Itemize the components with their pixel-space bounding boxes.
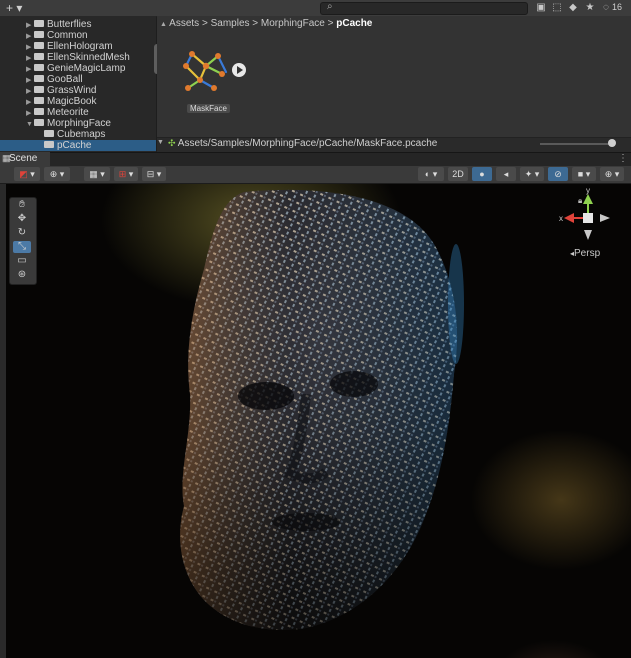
grid-icon: ▦ bbox=[89, 169, 98, 179]
sphere-icon: ◐ bbox=[424, 169, 431, 179]
gizmo-x-label: x bbox=[559, 214, 563, 223]
gizmos-dropdown[interactable]: ⊕ ▾ bbox=[600, 167, 624, 181]
tree-item-cubemaps[interactable]: Cubemaps bbox=[44, 129, 105, 140]
snap-icon: ⊞ bbox=[118, 169, 127, 179]
folder-icon bbox=[34, 108, 44, 115]
layers-icon[interactable]: ▣ bbox=[534, 1, 548, 14]
tree-item-meteorite[interactable]: ▶ Meteorite bbox=[26, 107, 89, 118]
tree-item-common[interactable]: ▶ Common bbox=[26, 30, 88, 41]
breadcrumb-item[interactable]: Assets bbox=[169, 18, 199, 29]
folder-icon bbox=[34, 97, 44, 104]
draw-mode-dropdown[interactable]: ◩ ▾ bbox=[14, 167, 40, 181]
folder-icon bbox=[34, 20, 44, 27]
breadcrumb-item[interactable]: Samples bbox=[211, 18, 250, 29]
asset-name-label[interactable]: MaskFace bbox=[187, 104, 230, 113]
tree-item-magicbook[interactable]: ▶ MagicBook bbox=[26, 96, 96, 107]
more-options-icon[interactable]: ⋮ bbox=[618, 153, 628, 164]
tree-item-butterflies[interactable]: ▶ Butterflies bbox=[26, 19, 91, 30]
grid-snapping-dropdown[interactable]: ▦ ▾ bbox=[84, 167, 110, 181]
tree-item-pcache[interactable]: pCache bbox=[0, 140, 156, 151]
breadcrumb-current: pCache bbox=[336, 18, 373, 29]
open-folder-icon bbox=[34, 119, 44, 126]
folder-icon bbox=[34, 31, 44, 38]
tree-item-ellenskinnedmesh[interactable]: ▶ EllenSkinnedMesh bbox=[26, 52, 130, 63]
morphing-face-particles bbox=[180, 189, 464, 630]
hidden-count: 16 bbox=[612, 2, 623, 12]
asset-path-label: ✣ Assets/Samples/MorphingFace/pCache/Mas… bbox=[168, 138, 438, 149]
eye-slash-icon: ⊘ bbox=[554, 169, 562, 179]
tag-icon[interactable]: ◆ bbox=[566, 1, 580, 14]
gizmos-icon: ⊕ bbox=[604, 169, 613, 179]
tree-item-gooball[interactable]: ▶ GooBall bbox=[26, 74, 83, 85]
tree-item-grasswind[interactable]: ▶ GrassWind bbox=[26, 85, 96, 96]
thumbnail-size-slider[interactable] bbox=[540, 143, 614, 145]
camera-icon: ■ bbox=[577, 169, 584, 179]
grid-lines-icon: ⊟ bbox=[146, 169, 155, 179]
rotate-tool-icon[interactable]: ↻ bbox=[13, 227, 31, 239]
folder-icon bbox=[34, 75, 44, 82]
point-cache-small-icon: ✣ bbox=[168, 138, 176, 148]
move-tool-icon[interactable]: ✥ bbox=[13, 213, 31, 225]
folder-icon bbox=[34, 64, 44, 71]
effects-dropdown[interactable]: ✦ ▾ bbox=[520, 167, 544, 181]
effects-icon: ✦ bbox=[524, 169, 533, 179]
gizmo-orientation-dropdown[interactable]: ⊕ ▾ bbox=[44, 167, 70, 181]
rect-tool-icon[interactable]: ▭ bbox=[13, 255, 31, 267]
shading-mode-dropdown[interactable]: ◐ ▾ bbox=[418, 167, 444, 181]
folder-icon bbox=[34, 42, 44, 49]
create-dropdown-button[interactable]: + ▾ bbox=[6, 1, 22, 15]
folder-icon bbox=[44, 141, 54, 148]
globe-icon: ⊕ bbox=[49, 169, 58, 179]
projection-label[interactable]: ◂Persp bbox=[570, 248, 600, 259]
breadcrumb-up-icon[interactable]: ▲ bbox=[160, 21, 167, 28]
hidden-objects-toggle-button[interactable]: ⊘ bbox=[548, 167, 568, 181]
speaker-icon: ◂ bbox=[503, 169, 509, 179]
folder-icon bbox=[34, 86, 44, 93]
gizmo-y-label: y bbox=[586, 188, 590, 195]
transform-tool-icon[interactable]: ⊛ bbox=[13, 269, 31, 281]
thumbnail-size-slider-handle[interactable] bbox=[608, 139, 616, 147]
lighting-toggle-button[interactable]: ● bbox=[472, 167, 492, 181]
project-folder-tree: ▶ Butterflies ▶ Common ▶ EllenHologram ▶ Ell… bbox=[0, 16, 156, 152]
shaded-icon: ◩ bbox=[19, 169, 28, 179]
project-search-input[interactable]: ⌕ bbox=[320, 1, 528, 15]
eye-slash-icon[interactable]: ◌ bbox=[600, 1, 612, 14]
orientation-gizmo[interactable]: y x bbox=[558, 188, 618, 246]
collapse-arrow-icon[interactable]: ▼ bbox=[26, 119, 34, 130]
path-collapse-icon[interactable]: ▼ bbox=[157, 139, 164, 146]
scale-tool-icon[interactable]: ⤡ bbox=[13, 241, 31, 253]
folder-icon bbox=[34, 53, 44, 60]
lock-icon[interactable]: 🔒︎ bbox=[578, 196, 582, 206]
toggle-grid-dropdown[interactable]: ⊟ ▾ bbox=[142, 167, 166, 181]
audio-toggle-button[interactable]: ◂ bbox=[496, 167, 516, 181]
breadcrumb-item[interactable]: MorphingFace bbox=[261, 18, 325, 29]
tree-item-ellenhologram[interactable]: ▶ EllenHologram bbox=[26, 41, 113, 52]
tab-scene-label: Scene bbox=[9, 153, 38, 164]
breadcrumb: ▲ Assets > Samples > MorphingFace > pCac… bbox=[160, 18, 373, 29]
camera-settings-dropdown[interactable]: ■ ▾ bbox=[572, 167, 596, 181]
2d-toggle-button[interactable]: 2D bbox=[448, 167, 468, 181]
hand-tool-icon[interactable]: ✋︎ bbox=[13, 199, 31, 211]
tree-item-morphingface[interactable]: ▼ MorphingFace bbox=[26, 118, 111, 129]
scene-viewport[interactable]: y x 🔒︎ bbox=[6, 184, 631, 658]
star-icon[interactable]: ★ bbox=[583, 1, 597, 14]
scene-tab-bar bbox=[0, 152, 631, 167]
type-filter-icon[interactable]: ⬚ bbox=[550, 1, 564, 14]
search-icon: ⌕ bbox=[327, 1, 333, 12]
folder-icon bbox=[44, 130, 54, 137]
point-cache-asset-icon[interactable] bbox=[176, 44, 248, 100]
light-bulb-icon: ● bbox=[479, 169, 485, 179]
tree-item-geniemagiclamp[interactable]: ▶ GenieMagicLamp bbox=[26, 63, 125, 74]
increment-snap-dropdown[interactable]: ⊞ ▾ bbox=[114, 167, 138, 181]
